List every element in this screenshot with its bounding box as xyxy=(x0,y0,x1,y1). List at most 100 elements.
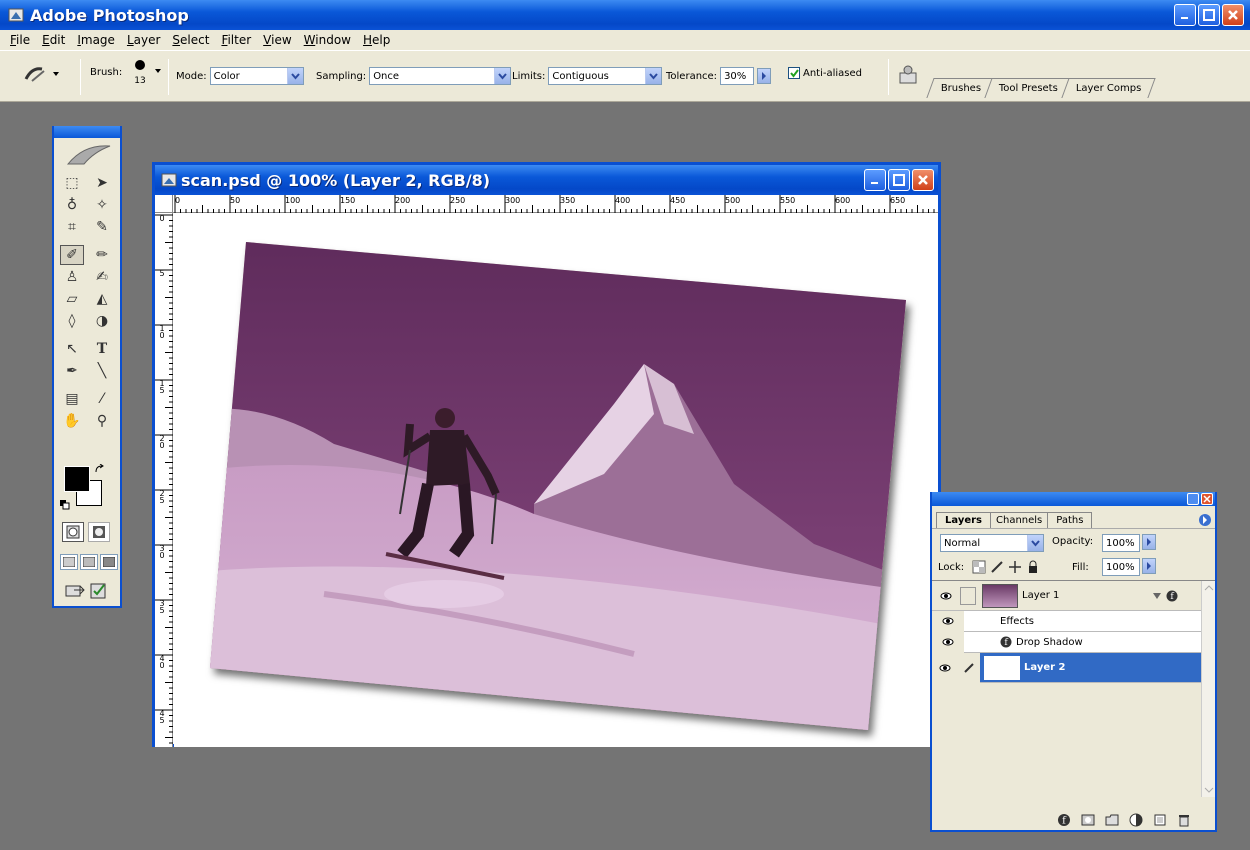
document-title-bar[interactable]: scan.psd @ 100% (Layer 2, RGB/8) xyxy=(155,165,938,195)
tolerance-input[interactable]: 30% xyxy=(720,67,755,85)
tool-preset-picker[interactable] xyxy=(22,63,60,85)
tab-paths[interactable]: Paths xyxy=(1047,512,1093,528)
path-select-tool-icon[interactable]: ↖ xyxy=(60,339,84,359)
ruler-origin[interactable] xyxy=(155,195,173,213)
document-minimize-button[interactable] xyxy=(864,169,886,191)
tolerance-slider-button[interactable] xyxy=(757,68,772,84)
crop-tool-icon[interactable]: ⌗ xyxy=(60,217,84,237)
limits-select[interactable]: Contiguous xyxy=(548,67,663,85)
visibility-eye-icon[interactable] xyxy=(932,610,964,632)
edit-in-imageready-button[interactable] xyxy=(90,582,108,603)
default-colors-icon[interactable] xyxy=(60,500,70,510)
lock-transparency-icon[interactable] xyxy=(972,560,986,574)
tab-tool-presets[interactable]: Tool Presets xyxy=(984,78,1073,98)
document-canvas[interactable] xyxy=(174,214,938,747)
toolbox-title-bar[interactable] xyxy=(54,126,120,138)
close-button[interactable] xyxy=(1222,4,1244,26)
menu-edit[interactable]: Edit xyxy=(36,33,71,47)
expand-effects-icon[interactable] xyxy=(1152,592,1162,600)
add-mask-icon[interactable] xyxy=(1081,813,1095,827)
blur-tool-icon[interactable]: ◊ xyxy=(60,311,84,331)
new-group-icon[interactable] xyxy=(1105,813,1119,827)
visibility-eye-icon[interactable] xyxy=(932,631,964,653)
menu-view[interactable]: View xyxy=(257,33,297,47)
add-layer-style-icon[interactable]: f xyxy=(1057,813,1071,827)
screen-mode-full-button[interactable] xyxy=(100,554,118,570)
menu-image[interactable]: Image xyxy=(71,33,121,47)
magic-wand-tool-icon[interactable]: ✧ xyxy=(90,195,114,215)
link-slot[interactable] xyxy=(960,586,976,605)
palette-minimize-button[interactable] xyxy=(1187,493,1199,505)
paint-bucket-tool-icon[interactable]: ◭ xyxy=(90,289,114,309)
new-adjustment-layer-icon[interactable] xyxy=(1129,813,1143,827)
opacity-input[interactable]: 100% xyxy=(1102,534,1140,552)
menu-file[interactable]: File xyxy=(4,33,36,47)
brush-picker[interactable]: 13 xyxy=(130,55,150,91)
eyedropper-tool-icon[interactable]: ⁄ xyxy=(90,389,114,409)
file-browser-button[interactable] xyxy=(896,63,920,90)
quick-mask-button[interactable] xyxy=(88,522,110,542)
fill-input[interactable]: 100% xyxy=(1102,558,1140,576)
zoom-tool-icon[interactable]: ⚲ xyxy=(90,411,114,431)
swap-colors-icon[interactable] xyxy=(94,464,106,476)
sampling-select[interactable]: Once xyxy=(369,67,512,85)
trash-icon[interactable] xyxy=(1177,813,1191,827)
layer-row-layer1[interactable]: Layer 1 f xyxy=(932,581,1202,611)
tab-layers[interactable]: Layers xyxy=(936,512,991,528)
screen-mode-full-menu-button[interactable] xyxy=(80,554,98,570)
mode-select[interactable]: Color xyxy=(209,67,304,85)
maximize-button[interactable] xyxy=(1198,4,1220,26)
move-tool-icon[interactable]: ➤ xyxy=(90,173,114,193)
effects-row[interactable]: Effects xyxy=(932,610,1202,632)
visibility-eye-icon[interactable] xyxy=(938,588,954,604)
pen-tool-icon[interactable]: ✒ xyxy=(60,361,84,381)
palette-close-button[interactable] xyxy=(1201,493,1213,505)
layers-palette-title-bar[interactable] xyxy=(932,492,1215,506)
lock-all-icon[interactable] xyxy=(1026,560,1040,574)
paint-brush-icon[interactable] xyxy=(958,652,980,683)
opacity-slider-button[interactable] xyxy=(1142,534,1156,550)
blend-mode-select[interactable]: Normal xyxy=(940,534,1044,552)
tab-channels[interactable]: Channels xyxy=(987,512,1052,528)
fill-slider-button[interactable] xyxy=(1142,558,1156,574)
brush-tool-icon[interactable]: ✏ xyxy=(90,245,114,265)
screen-mode-standard-button[interactable] xyxy=(60,554,78,570)
marquee-tool-icon[interactable]: ⬚ xyxy=(60,173,84,193)
menu-select[interactable]: Select xyxy=(166,33,215,47)
dodge-tool-icon[interactable]: ◑ xyxy=(90,311,114,331)
new-layer-icon[interactable] xyxy=(1153,813,1167,827)
minimize-button[interactable] xyxy=(1174,4,1196,26)
scroll-down-icon[interactable] xyxy=(1203,785,1215,795)
document-close-button[interactable] xyxy=(912,169,934,191)
visibility-eye-icon[interactable] xyxy=(932,652,958,683)
brush-dropdown-arrow[interactable] xyxy=(154,67,162,75)
tab-layer-comps[interactable]: Layer Comps xyxy=(1061,78,1157,98)
layers-scrollbar[interactable] xyxy=(1201,581,1215,797)
history-brush-tool-icon[interactable]: ✍ xyxy=(90,267,114,287)
app-title-bar[interactable]: Adobe Photoshop xyxy=(0,0,1250,30)
menu-help[interactable]: Help xyxy=(357,33,396,47)
eraser-tool-icon[interactable]: ▱ xyxy=(60,289,84,309)
type-tool-icon[interactable]: T xyxy=(90,339,114,359)
line-tool-icon[interactable]: ╲ xyxy=(90,361,114,381)
hand-tool-icon[interactable]: ✋ xyxy=(60,411,84,431)
scroll-up-icon[interactable] xyxy=(1203,583,1215,593)
healing-brush-tool-icon[interactable]: ✐ xyxy=(60,245,84,265)
palette-menu-button[interactable] xyxy=(1199,514,1211,526)
antialiased-checkbox[interactable] xyxy=(788,67,800,79)
feather-logo-icon[interactable] xyxy=(64,142,114,168)
vertical-ruler[interactable]: 0 5 10 15 20 25 30 35 40 45 xyxy=(155,213,173,747)
lasso-tool-icon[interactable]: ♁ xyxy=(60,195,84,215)
lock-image-icon[interactable] xyxy=(990,560,1004,574)
menu-window[interactable]: Window xyxy=(298,33,357,47)
lock-position-icon[interactable] xyxy=(1008,560,1022,574)
layer-row-layer2[interactable]: Layer 2 xyxy=(932,652,1202,683)
notes-tool-icon[interactable]: ▤ xyxy=(60,389,84,409)
jump-to-imageready-button[interactable] xyxy=(64,582,86,603)
standard-mode-button[interactable] xyxy=(62,522,84,542)
document-maximize-button[interactable] xyxy=(888,169,910,191)
slice-tool-icon[interactable]: ✎ xyxy=(90,217,114,237)
horizontal-ruler[interactable]: 0 50 100 150 200 250 300 350 400 450 500… xyxy=(173,195,938,213)
menu-filter[interactable]: Filter xyxy=(215,33,257,47)
drop-shadow-row[interactable]: f Drop Shadow xyxy=(932,631,1202,653)
